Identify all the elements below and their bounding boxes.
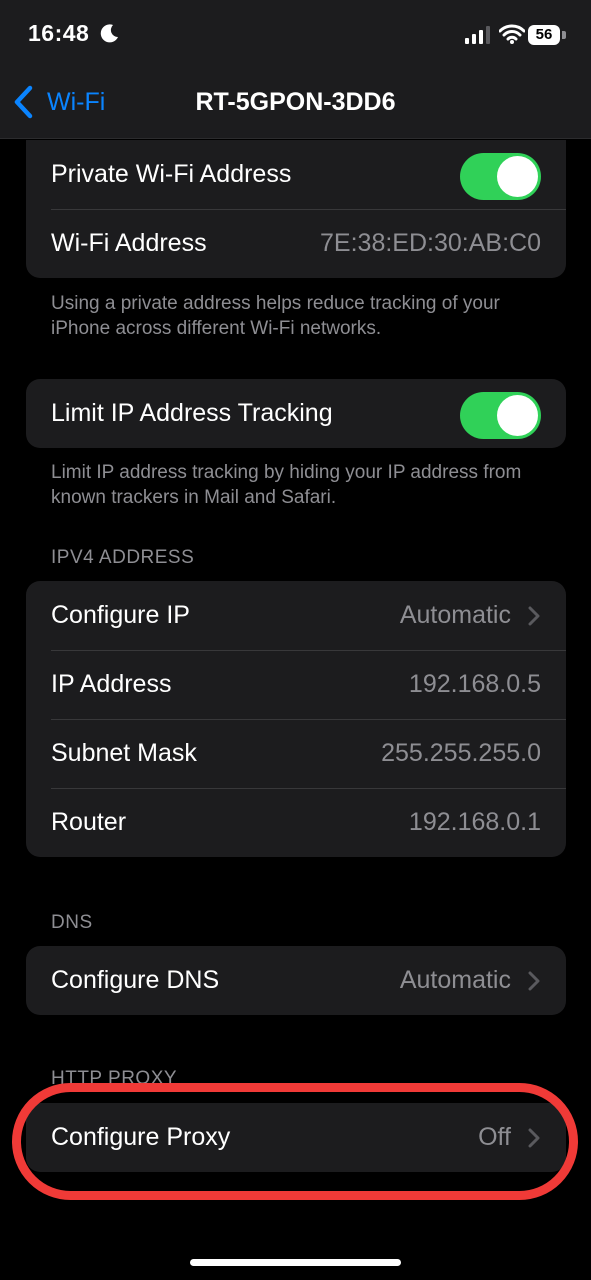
ip-address-label: IP Address <box>51 670 172 698</box>
ipv4-group: Configure IP Automatic IP Address 192.16… <box>26 581 566 857</box>
limit-ip-row: Limit IP Address Tracking <box>26 379 566 448</box>
limit-ip-toggle[interactable] <box>460 392 541 439</box>
battery-icon: 56 <box>528 25 560 45</box>
ip-address-value: 192.168.0.5 <box>408 670 541 698</box>
private-address-label: Private Wi-Fi Address <box>51 160 292 188</box>
highlight-annotation <box>12 1083 578 1200</box>
configure-dns-row[interactable]: Configure DNS Automatic <box>26 946 566 1015</box>
chevron-right-icon <box>528 971 540 991</box>
toggle-knob <box>497 156 538 197</box>
ipv4-header: IPV4 ADDRESS <box>51 547 195 568</box>
configure-ip-value: Automatic <box>399 601 511 629</box>
limit-ip-footer: Limit IP address tracking by hiding your… <box>51 462 522 508</box>
wifi-icon <box>499 24 525 44</box>
router-value: 192.168.0.1 <box>408 808 541 836</box>
chevron-right-icon <box>528 606 540 626</box>
ip-address-row: IP Address 192.168.0.5 <box>26 650 566 719</box>
router-row: Router 192.168.0.1 <box>26 788 566 857</box>
subnet-mask-row: Subnet Mask 255.255.255.0 <box>26 719 566 788</box>
limit-ip-group: Limit IP Address Tracking <box>26 379 566 448</box>
toggle-knob <box>497 395 538 436</box>
dns-header: DNS <box>51 912 93 933</box>
wifi-address-value: 7E:38:ED:30:AB:C0 <box>320 229 541 257</box>
dns-group: Configure DNS Automatic <box>26 946 566 1015</box>
page-title: RT-5GPON-3DD6 <box>195 88 396 116</box>
subnet-mask-value: 255.255.255.0 <box>381 739 541 767</box>
battery-tip <box>562 31 566 39</box>
status-time: 16:48 <box>28 20 90 46</box>
cellular-signal-icon <box>465 26 490 44</box>
private-address-group: Private Wi-Fi Address Wi-Fi Address 7E:3… <box>26 140 566 278</box>
wifi-address-row: Wi-Fi Address 7E:38:ED:30:AB:C0 <box>26 209 566 278</box>
wifi-address-label: Wi-Fi Address <box>51 229 207 257</box>
home-indicator[interactable] <box>190 1259 401 1266</box>
configure-dns-label: Configure DNS <box>51 966 220 994</box>
configure-ip-label: Configure IP <box>51 601 190 629</box>
configure-ip-row[interactable]: Configure IP Automatic <box>26 581 566 650</box>
moon-icon <box>100 24 118 43</box>
private-address-row: Private Wi-Fi Address <box>26 140 566 209</box>
configure-dns-value: Automatic <box>399 966 511 994</box>
private-address-footer: Using a private address helps reduce tra… <box>51 293 500 339</box>
router-label: Router <box>51 808 127 836</box>
subnet-mask-label: Subnet Mask <box>51 739 197 767</box>
limit-ip-label: Limit IP Address Tracking <box>51 399 333 427</box>
private-address-toggle[interactable] <box>460 153 541 200</box>
